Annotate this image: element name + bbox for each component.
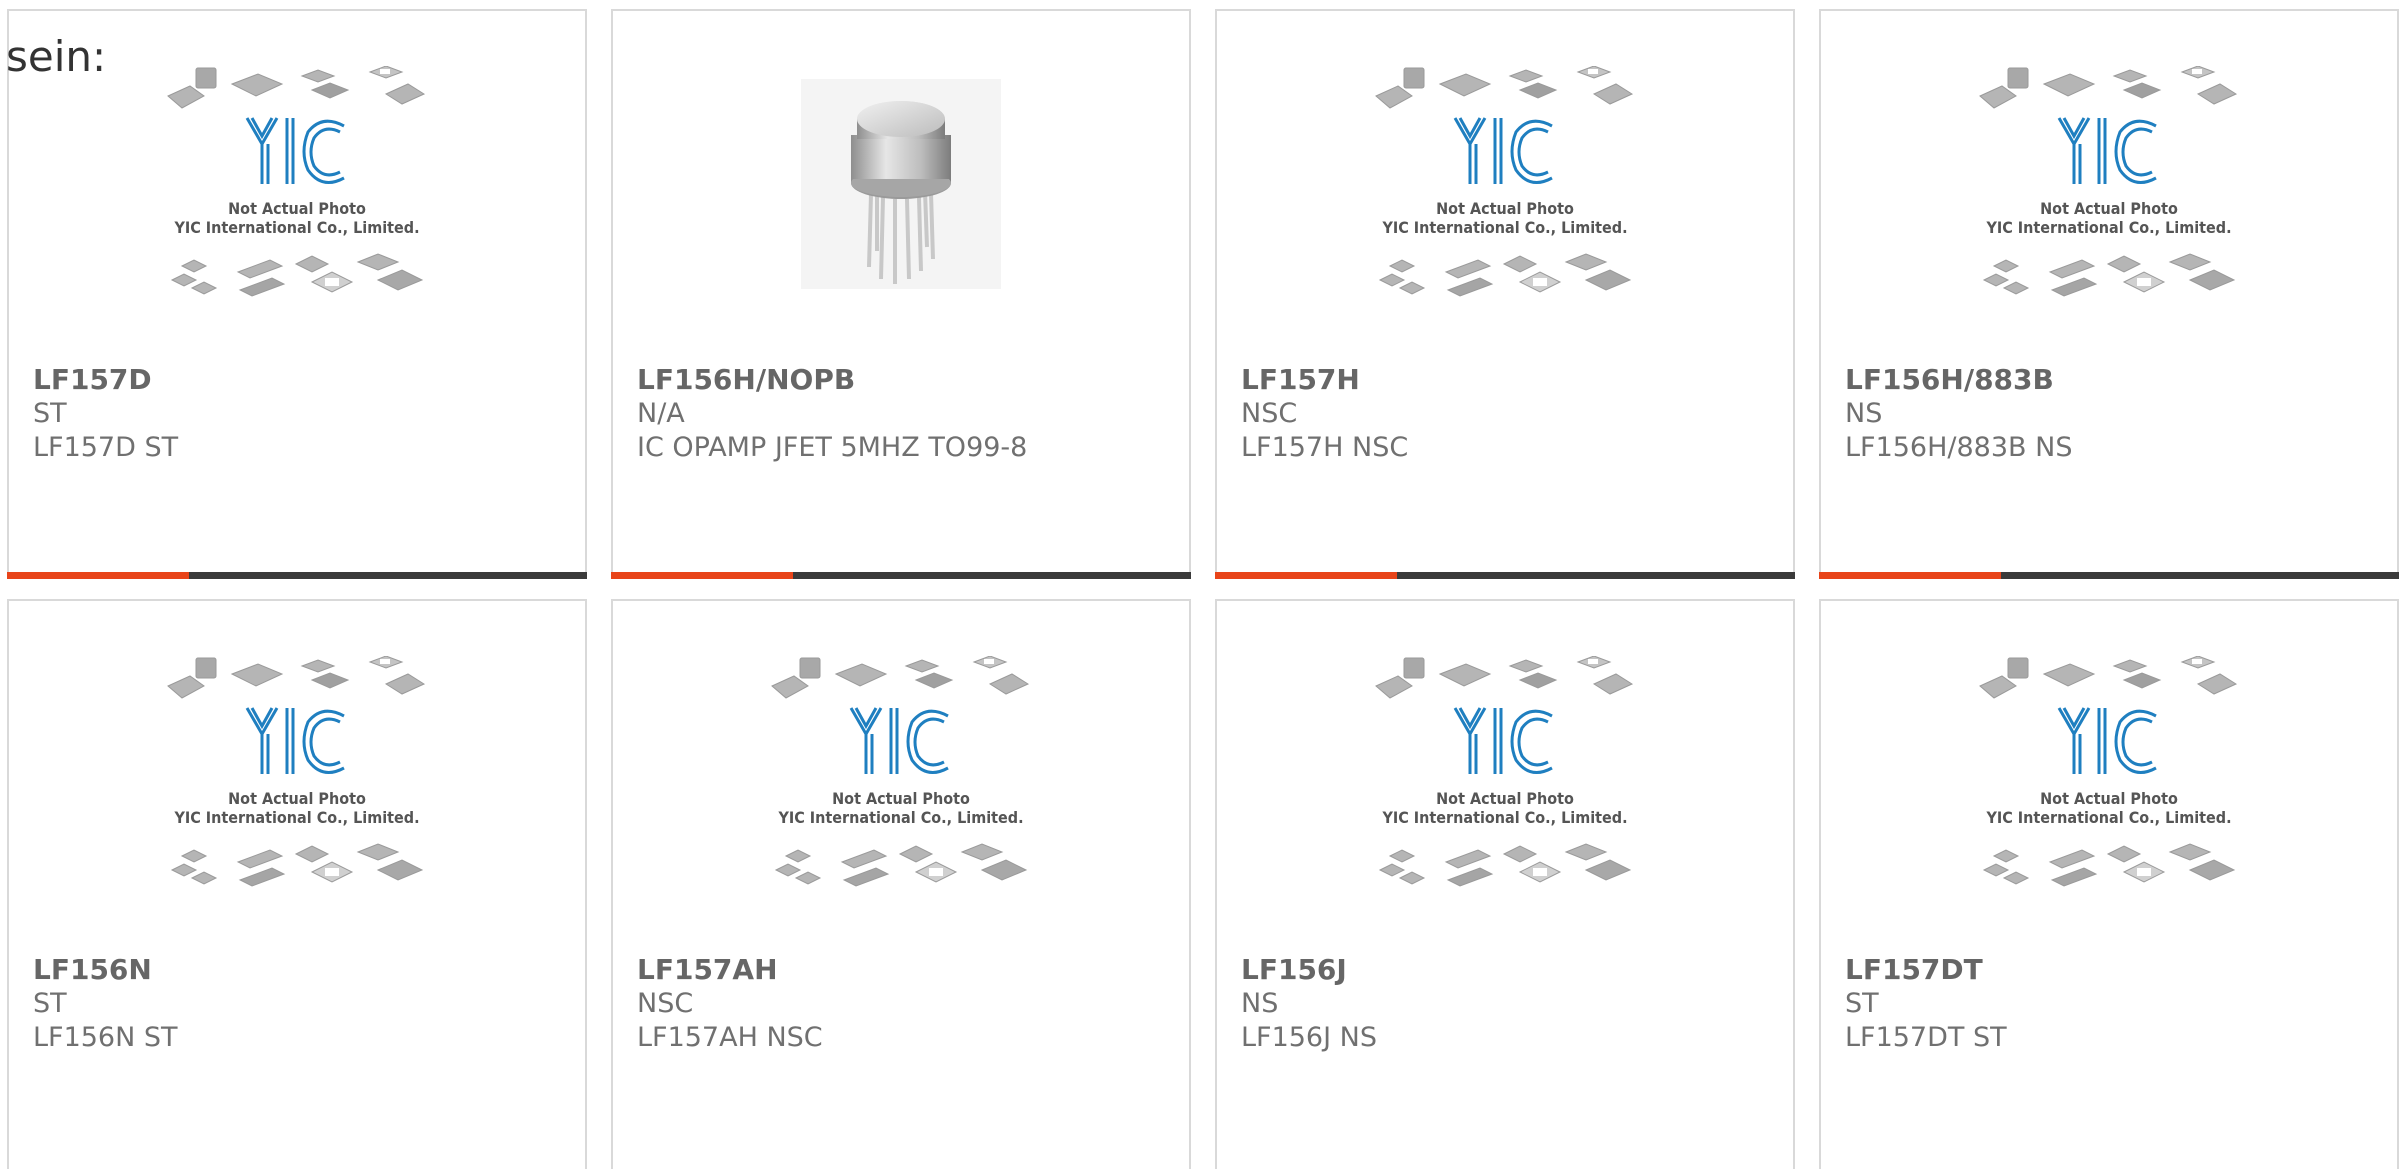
product-info: LF157AH NSC LF157AH NSC: [637, 953, 823, 1055]
description: LF156J NS: [1241, 1022, 1377, 1053]
card-footer-bar: [7, 572, 587, 579]
manufacturer: NSC: [637, 988, 694, 1019]
manufacturer: N/A: [637, 398, 685, 429]
placeholder-caption-2: YIC International Co., Limited.: [1985, 808, 2231, 827]
placeholder-image: Not Actual Photo YIC International Co., …: [1979, 66, 2238, 297]
product-image[interactable]: Not Actual Photo YIC International Co., …: [1217, 656, 1793, 946]
description: IC OPAMP JFET 5MHZ TO99-8: [637, 432, 1028, 463]
description: LF156H/883B NS: [1845, 432, 2073, 463]
product-card[interactable]: Not Actual Photo YIC International Co., …: [1819, 599, 2399, 1169]
part-number-link[interactable]: LF156N: [33, 953, 178, 987]
description: LF157D ST: [33, 432, 179, 463]
placeholder-caption-2: YIC International Co., Limited.: [1381, 218, 1627, 237]
part-number-link[interactable]: LF156H/NOPB: [637, 363, 1027, 397]
product-card[interactable]: Not Actual Photo YIC International Co., …: [611, 599, 1191, 1169]
product-image[interactable]: Not Actual Photo YIC International Co., …: [1821, 656, 2397, 946]
page-heading: sein:: [6, 32, 107, 81]
description: LF157DT ST: [1845, 1022, 2007, 1053]
product-card[interactable]: LF156H/NOPB N/A IC OPAMP JFET 5MHZ TO99-8: [611, 9, 1191, 579]
product-info: LF157D ST LF157D ST: [33, 363, 178, 465]
product-card[interactable]: Not Actual Photo YIC International Co., …: [7, 9, 587, 579]
product-info: LF156H/883B NS LF156H/883B NS: [1845, 363, 2072, 465]
placeholder-caption-1: Not Actual Photo: [2040, 199, 2178, 218]
card-footer-accent: [611, 572, 793, 579]
card-footer-bar: [1819, 572, 2399, 579]
product-image[interactable]: Not Actual Photo YIC International Co., …: [1821, 66, 2397, 356]
placeholder-caption-1: Not Actual Photo: [228, 789, 366, 808]
placeholder-caption-1: Not Actual Photo: [228, 199, 366, 218]
placeholder-image: Not Actual Photo YIC International Co., …: [167, 656, 426, 887]
placeholder-caption-1: Not Actual Photo: [2040, 789, 2178, 808]
product-image[interactable]: Not Actual Photo YIC International Co., …: [613, 656, 1189, 946]
placeholder-image: Not Actual Photo YIC International Co., …: [771, 656, 1030, 887]
product-info: LF156N ST LF156N ST: [33, 953, 178, 1055]
placeholder-caption-2: YIC International Co., Limited.: [1985, 218, 2231, 237]
manufacturer: ST: [33, 988, 67, 1019]
card-footer-accent: [1819, 572, 2001, 579]
card-footer-accent: [7, 572, 189, 579]
placeholder-caption-2: YIC International Co., Limited.: [777, 808, 1023, 827]
card-footer-accent: [1215, 572, 1397, 579]
description: LF157AH NSC: [637, 1022, 823, 1053]
part-number-link[interactable]: LF156H/883B: [1845, 363, 2072, 397]
manufacturer: NSC: [1241, 398, 1298, 429]
part-number-link[interactable]: LF156J: [1241, 953, 1377, 987]
placeholder-caption-2: YIC International Co., Limited.: [173, 218, 419, 237]
part-number-link[interactable]: LF157H: [1241, 363, 1408, 397]
manufacturer: NS: [1845, 398, 1883, 429]
product-card[interactable]: Not Actual Photo YIC International Co., …: [7, 599, 587, 1169]
product-image[interactable]: Not Actual Photo YIC International Co., …: [9, 656, 585, 946]
placeholder-caption-2: YIC International Co., Limited.: [173, 808, 419, 827]
placeholder-image: Not Actual Photo YIC International Co., …: [167, 66, 426, 297]
placeholder-image: Not Actual Photo YIC International Co., …: [1375, 66, 1634, 297]
part-number-link[interactable]: LF157D: [33, 363, 178, 397]
placeholder-caption-2: YIC International Co., Limited.: [1381, 808, 1627, 827]
manufacturer: ST: [1845, 988, 1879, 1019]
placeholder-caption-1: Not Actual Photo: [1436, 199, 1574, 218]
manufacturer: NS: [1241, 988, 1279, 1019]
card-footer-bar: [1215, 572, 1795, 579]
to99-can-photo: [801, 79, 1001, 289]
product-info: LF157H NSC LF157H NSC: [1241, 363, 1408, 465]
product-card[interactable]: Not Actual Photo YIC International Co., …: [1215, 599, 1795, 1169]
placeholder-caption-1: Not Actual Photo: [1436, 789, 1574, 808]
product-info: LF156H/NOPB N/A IC OPAMP JFET 5MHZ TO99-8: [637, 363, 1027, 465]
product-image[interactable]: Not Actual Photo YIC International Co., …: [9, 66, 585, 356]
product-image[interactable]: [613, 79, 1189, 369]
product-card[interactable]: Not Actual Photo YIC International Co., …: [1215, 9, 1795, 579]
product-info: LF156J NS LF156J NS: [1241, 953, 1377, 1055]
product-card[interactable]: Not Actual Photo YIC International Co., …: [1819, 9, 2399, 579]
card-footer-bar: [611, 572, 1191, 579]
product-image[interactable]: Not Actual Photo YIC International Co., …: [1217, 66, 1793, 356]
product-info: LF157DT ST LF157DT ST: [1845, 953, 2007, 1055]
description: LF157H NSC: [1241, 432, 1409, 463]
placeholder-caption-1: Not Actual Photo: [832, 789, 970, 808]
description: LF156N ST: [33, 1022, 178, 1053]
placeholder-image: Not Actual Photo YIC International Co., …: [1375, 656, 1634, 887]
part-number-link[interactable]: LF157DT: [1845, 953, 2007, 987]
manufacturer: ST: [33, 398, 67, 429]
placeholder-image: Not Actual Photo YIC International Co., …: [1979, 656, 2238, 887]
part-number-link[interactable]: LF157AH: [637, 953, 823, 987]
